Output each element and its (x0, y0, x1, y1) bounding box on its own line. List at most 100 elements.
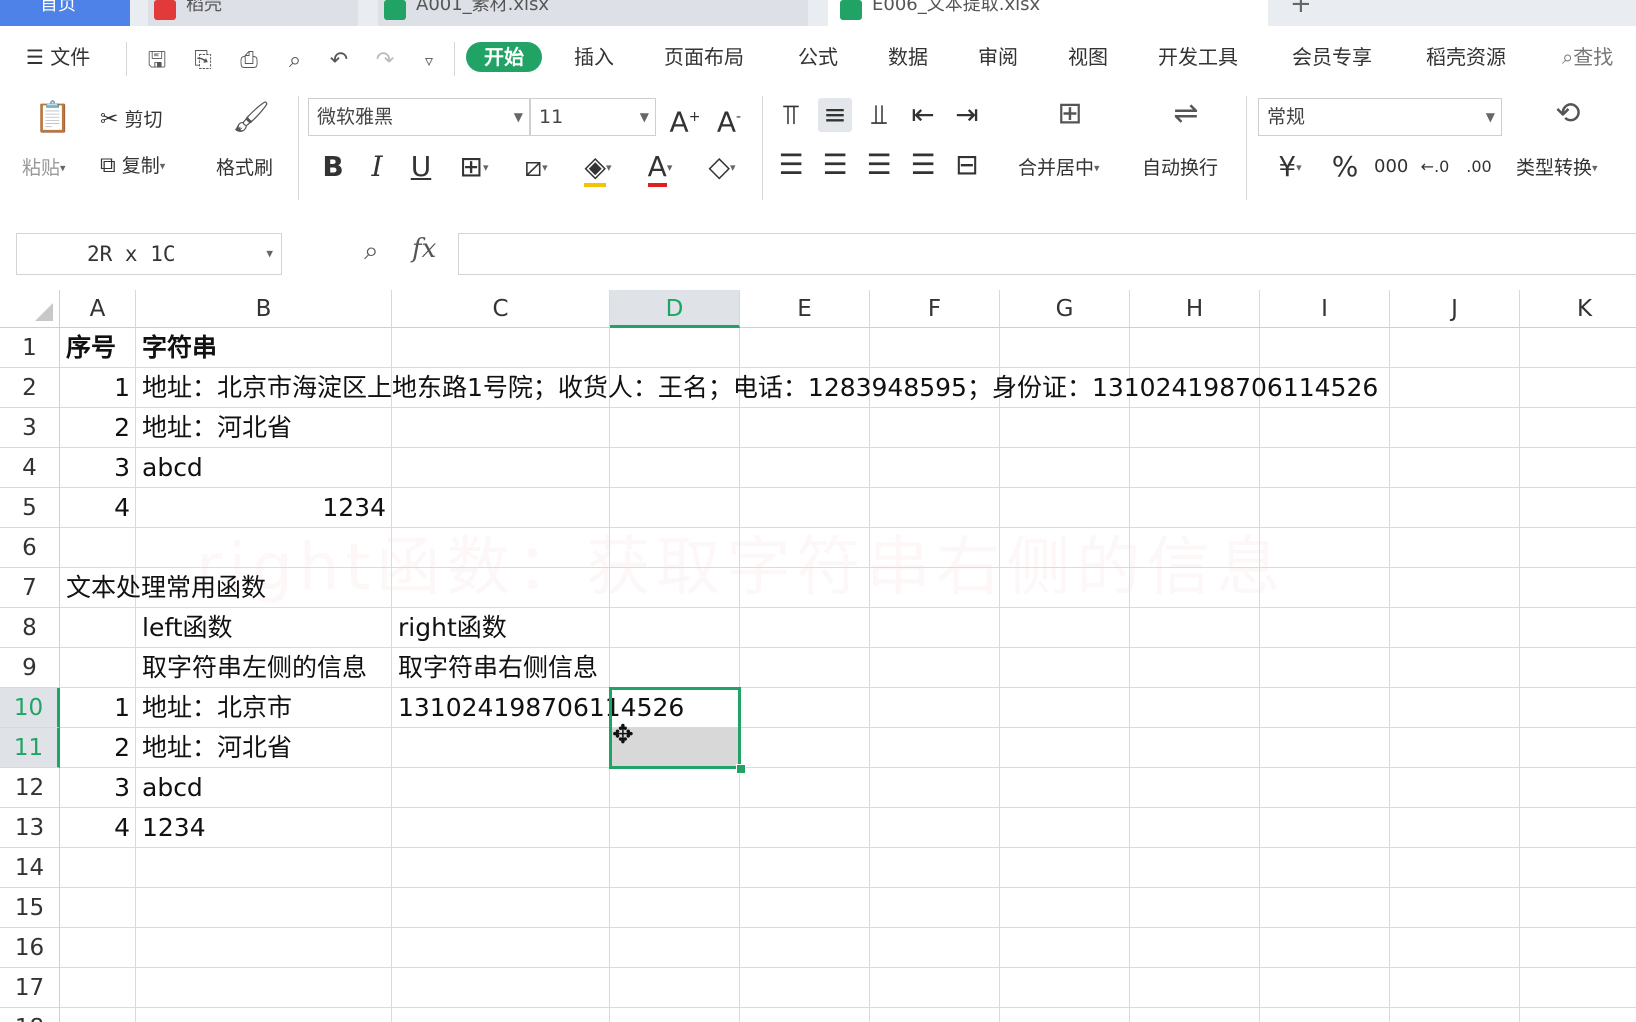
column-header-b[interactable]: B (136, 290, 392, 328)
percent-button[interactable]: % (1328, 150, 1362, 184)
row-header-3[interactable]: 3 (0, 408, 60, 448)
cell-a4[interactable]: 3 (60, 448, 136, 488)
increase-indent-icon[interactable]: ⇥ (950, 98, 984, 132)
font-size-select[interactable]: 11 ▼ (530, 98, 656, 136)
print-preview-icon[interactable]: ⌕ (280, 46, 310, 76)
decrease-decimal-icon[interactable]: .00 (1462, 150, 1496, 184)
align-left-icon[interactable]: ☰ (774, 148, 808, 182)
cell-b11[interactable]: 地址：河北省 (136, 728, 298, 768)
row-header-11[interactable]: 11 (0, 728, 60, 768)
tab-insert[interactable]: 插入 (574, 44, 614, 70)
redo-icon[interactable]: ↷ (370, 46, 400, 76)
cell-b1[interactable]: 字符串 (136, 328, 223, 368)
tab-daoke-resources[interactable]: 稻壳资源 (1426, 44, 1506, 70)
cell-a1[interactable]: 序号 (60, 328, 122, 368)
tab-member[interactable]: 会员专享 (1292, 44, 1372, 70)
decrease-indent-icon[interactable]: ⇤ (906, 98, 940, 132)
fill-handle[interactable] (736, 764, 746, 774)
eraser-icon[interactable]: ◇▾ (698, 150, 746, 185)
column-header-g[interactable]: G (1000, 290, 1130, 328)
cut-button[interactable]: ✂ 剪切 (100, 108, 163, 132)
paste-icon[interactable]: 📋 (28, 98, 78, 138)
select-all-corner[interactable] (0, 290, 60, 328)
tab-a001-file[interactable]: A001_素材.xlsx (378, 0, 808, 26)
cell-b5[interactable]: 1234 (136, 488, 392, 528)
tab-home[interactable]: 首页 (0, 0, 130, 26)
cell-b10[interactable]: 地址：北京市 (136, 688, 298, 728)
column-header-h[interactable]: H (1130, 290, 1260, 328)
tab-daoke[interactable]: 稻壳 (148, 0, 358, 26)
tab-review[interactable]: 审阅 (978, 44, 1018, 70)
cell-b4[interactable]: abcd (136, 448, 209, 488)
cell-c8[interactable]: right函数 (392, 608, 513, 648)
print-icon[interactable]: ⎙ (234, 46, 264, 76)
row-header-2[interactable]: 2 (0, 368, 60, 408)
align-top-icon[interactable]: ⫪ (774, 98, 808, 132)
spreadsheet-grid[interactable]: right函数：获取字符串右侧的信息ABCDEFGHIJK12345678910… (0, 290, 1636, 1022)
currency-button[interactable]: ¥▾ (1266, 150, 1314, 185)
cell-c9[interactable]: 取字符串右侧信息 (392, 648, 604, 688)
increase-decimal-icon[interactable]: ←.0 (1418, 150, 1452, 184)
search-box[interactable]: ⌕查找 (1562, 44, 1613, 70)
tab-developer-tools[interactable]: 开发工具 (1158, 44, 1238, 70)
column-header-j[interactable]: J (1390, 290, 1520, 328)
row-header-15[interactable]: 15 (0, 888, 60, 928)
align-right-icon[interactable]: ☰ (862, 148, 896, 182)
formula-input[interactable] (458, 233, 1636, 275)
justify-icon[interactable]: ☰ (906, 148, 940, 182)
row-header-6[interactable]: 6 (0, 528, 60, 568)
row-header-17[interactable]: 17 (0, 968, 60, 1008)
row-header-13[interactable]: 13 (0, 808, 60, 848)
tab-view[interactable]: 视图 (1068, 44, 1108, 70)
align-middle-icon[interactable]: ≡ (818, 98, 852, 132)
type-convert-button[interactable]: 类型转换▾ (1516, 156, 1598, 181)
align-bottom-icon[interactable]: ⫫ (862, 98, 896, 132)
format-painter-icon[interactable]: 🖌 (226, 98, 276, 138)
distribute-icon[interactable]: ⊟ (950, 148, 984, 182)
fx-button[interactable]: fx (412, 234, 436, 264)
column-header-f[interactable]: F (870, 290, 1000, 328)
cell-a11[interactable]: 2 (60, 728, 136, 768)
merge-center-button[interactable]: 合并居中▾ (1018, 156, 1100, 181)
cell-b8[interactable]: left函数 (136, 608, 239, 648)
column-header-k[interactable]: K (1520, 290, 1636, 328)
cell-style-icon[interactable]: ⧄▾ (512, 150, 560, 185)
font-color-icon[interactable]: A▾ (636, 150, 684, 187)
wrap-text-button[interactable]: 自动换行 (1142, 156, 1218, 180)
decrease-font-size-icon[interactable]: A- (712, 100, 746, 139)
increase-font-size-icon[interactable]: A+ (668, 100, 702, 139)
cell-a12[interactable]: 3 (60, 768, 136, 808)
column-header-e[interactable]: E (740, 290, 870, 328)
tab-e006-file[interactable]: E006_文本提取.xlsx (828, 0, 1268, 26)
new-tab-button[interactable]: + (1290, 0, 1330, 26)
format-painter-button[interactable]: 格式刷 (216, 156, 273, 180)
underline-button[interactable]: U (404, 150, 438, 184)
column-header-i[interactable]: I (1260, 290, 1390, 328)
cell-b13[interactable]: 1234 (136, 808, 212, 848)
column-header-c[interactable]: C (392, 290, 610, 328)
cell-a10[interactable]: 1 (60, 688, 136, 728)
row-header-1[interactable]: 1 (0, 328, 60, 368)
tab-data[interactable]: 数据 (888, 44, 928, 70)
cell-a13[interactable]: 4 (60, 808, 136, 848)
align-center-icon[interactable]: ☰ (818, 148, 852, 182)
row-header-5[interactable]: 5 (0, 488, 60, 528)
quick-access-dropdown-icon[interactable]: ▿ (414, 46, 444, 76)
row-header-12[interactable]: 12 (0, 768, 60, 808)
column-header-d[interactable]: D (610, 290, 740, 328)
number-format-select[interactable]: 常规 ▼ (1258, 98, 1502, 136)
italic-button[interactable]: I (360, 150, 394, 184)
cell-b9[interactable]: 取字符串左侧的信息 (136, 648, 373, 688)
wrap-text-icon[interactable]: ⇌ (1158, 94, 1214, 134)
row-header-18[interactable]: 18 (0, 1008, 60, 1022)
paste-button[interactable]: 粘贴▾ (22, 156, 66, 181)
row-header-7[interactable]: 7 (0, 568, 60, 608)
cell-b12[interactable]: abcd (136, 768, 209, 808)
undo-icon[interactable]: ↶ (324, 46, 354, 76)
save-icon[interactable]: 🖫 (142, 46, 172, 76)
copy-button[interactable]: ⧉ 复制▾ (100, 154, 165, 179)
row-header-14[interactable]: 14 (0, 848, 60, 888)
border-icon[interactable]: ⊞▾ (450, 150, 498, 185)
fill-color-icon[interactable]: ◈▾ (574, 150, 622, 187)
row-header-10[interactable]: 10 (0, 688, 60, 728)
